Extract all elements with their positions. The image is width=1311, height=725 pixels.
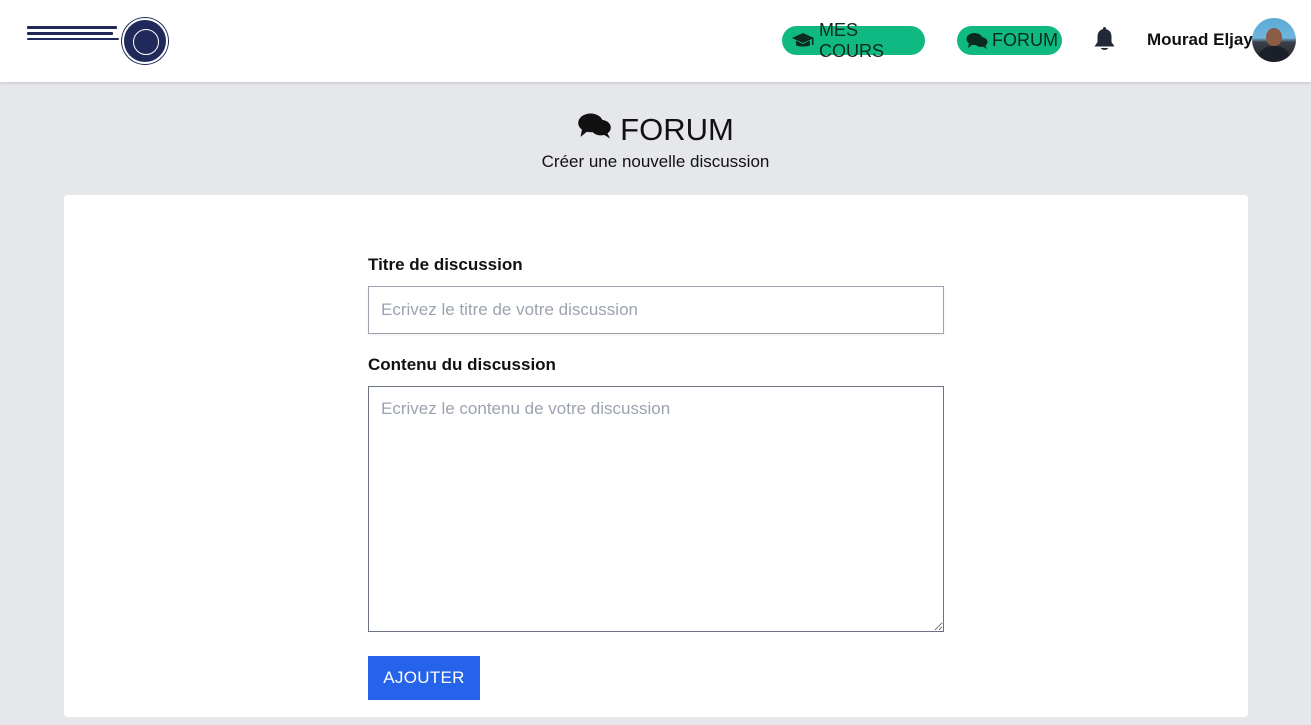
page-title-text: FORUM (620, 112, 734, 147)
nav-forum-label: FORUM (992, 30, 1058, 50)
discussion-content-label: Contenu du discussion (368, 355, 556, 374)
page-subtitle: Créer une nouvelle discussion (541, 152, 770, 171)
faculty-logo[interactable] (27, 18, 168, 64)
page-heading: FORUM Créer une nouvelle discussion (0, 112, 1311, 172)
graduation-cap-icon (791, 32, 815, 50)
logo-seal (122, 18, 168, 64)
new-discussion-form: Titre de discussion Contenu du discussio… (368, 255, 944, 700)
comments-icon (966, 32, 988, 50)
user-name[interactable]: Mourad Eljayi (1147, 30, 1258, 50)
logo-wordmark (27, 26, 121, 43)
top-navbar: MES COURS FORUM Mourad Eljayi (0, 0, 1311, 82)
user-avatar[interactable] (1252, 18, 1296, 62)
page-title: FORUM (577, 112, 734, 148)
bell-icon[interactable] (1093, 27, 1116, 53)
discussion-title-label: Titre de discussion (368, 255, 523, 274)
nav-my-courses-button[interactable]: MES COURS (782, 20, 925, 61)
discussion-form-card: Titre de discussion Contenu du discussio… (64, 195, 1248, 717)
discussion-content-textarea[interactable] (368, 386, 944, 632)
comments-icon (577, 112, 612, 148)
add-discussion-button[interactable]: AJOUTER (368, 656, 480, 700)
nav-forum-button[interactable]: FORUM (957, 26, 1062, 55)
nav-my-courses-label: MES COURS (819, 19, 885, 61)
discussion-title-input[interactable] (368, 286, 944, 334)
